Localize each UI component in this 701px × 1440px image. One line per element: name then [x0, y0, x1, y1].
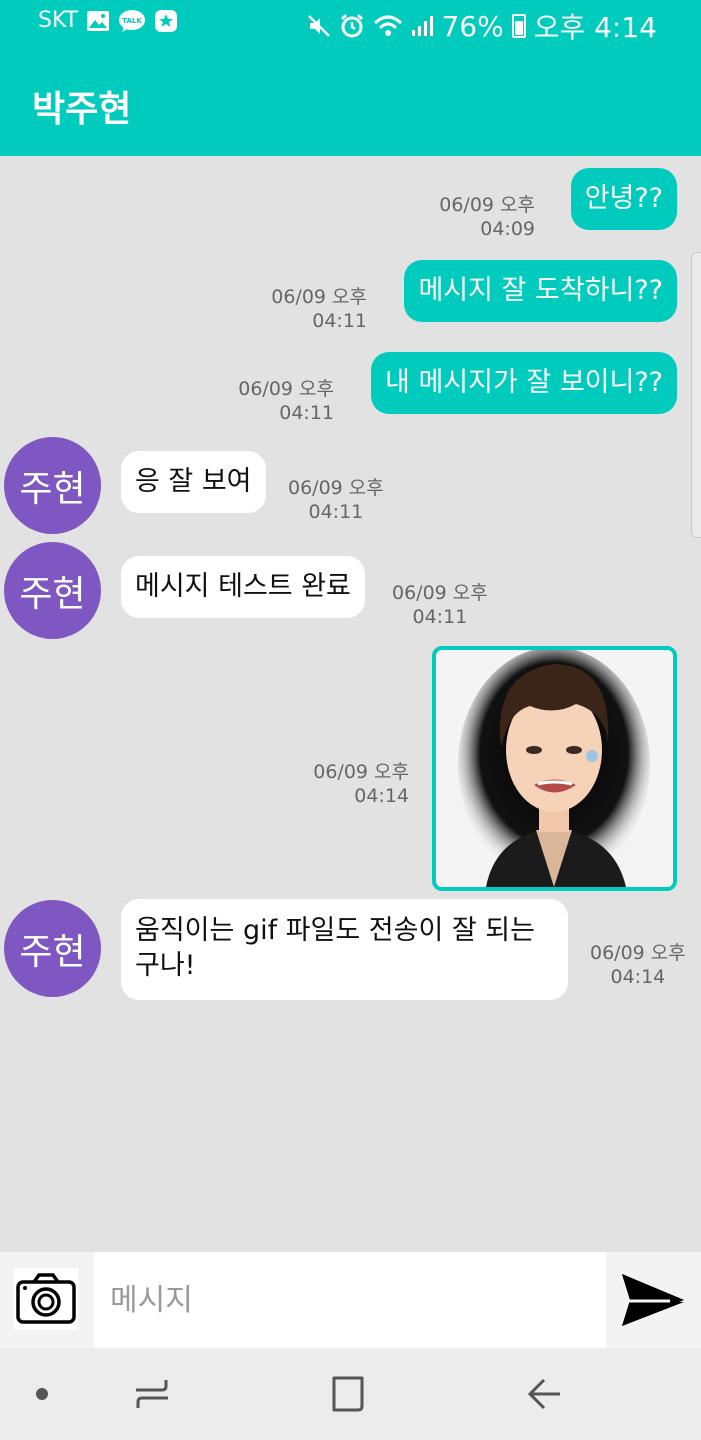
- alarm-icon: [341, 13, 364, 38]
- message-timestamp: 06/09 오후 04:11: [392, 582, 488, 628]
- clock: 오후 4:14: [533, 11, 657, 44]
- incoming-message-bubble[interactable]: 응 잘 보여: [121, 451, 266, 513]
- image-message[interactable]: [432, 646, 677, 891]
- recent-apps-icon: [136, 1380, 168, 1408]
- sender-avatar[interactable]: 주현: [4, 900, 101, 997]
- status-bar: SKT TALK 76% 오후 4:14: [0, 0, 701, 52]
- system-nav-bar: [0, 1348, 701, 1440]
- recent-apps-button[interactable]: [130, 1372, 174, 1416]
- incoming-message-bubble[interactable]: 메시지 테스트 완료: [121, 556, 365, 618]
- camera-button[interactable]: [14, 1268, 78, 1330]
- talk-icon: TALK: [119, 9, 146, 32]
- outgoing-message-bubble[interactable]: 안녕??: [570, 168, 677, 230]
- message-timestamp: 06/09 오후 04:11: [288, 477, 384, 523]
- status-left: SKT TALK: [38, 8, 178, 33]
- back-button[interactable]: [522, 1372, 566, 1416]
- svg-text:TALK: TALK: [122, 17, 142, 25]
- message-timestamp: 06/09 오후 04:11: [271, 286, 367, 332]
- message-timestamp: 06/09 오후 04:09: [439, 194, 535, 240]
- home-button[interactable]: [326, 1372, 370, 1416]
- mute-icon: [308, 15, 331, 37]
- message-timestamp: 06/09 오후 04:11: [238, 378, 334, 424]
- signal-icon: [412, 16, 434, 36]
- message-timestamp: 06/09 오후 04:14: [590, 942, 686, 988]
- scrollbar[interactable]: [691, 252, 701, 538]
- app-bar: 박주현: [0, 52, 701, 156]
- sender-avatar[interactable]: 주현: [4, 437, 101, 534]
- chat-title: 박주현: [32, 89, 132, 130]
- status-right: 76% 오후 4:14: [307, 6, 657, 46]
- sender-avatar[interactable]: 주현: [4, 542, 101, 639]
- camera-icon: [16, 1273, 76, 1324]
- incoming-message-bubble[interactable]: 움직이는 gif 파일도 전송이 잘 되는구나!: [121, 899, 568, 1000]
- message-timestamp: 06/09 오후 04:14: [313, 761, 409, 807]
- wifi-icon: [374, 15, 403, 36]
- send-icon: [622, 1274, 684, 1326]
- image-icon: [87, 10, 110, 31]
- message-composer: [0, 1252, 701, 1348]
- home-icon: [332, 1376, 364, 1412]
- nav-dot-button[interactable]: [20, 1372, 64, 1416]
- chat-area[interactable]: 06/09 오후 04:09 안녕?? 06/09 오후 04:11 메시지 잘…: [0, 156, 701, 1252]
- outgoing-message-bubble[interactable]: 내 메시지가 잘 보이니??: [371, 352, 677, 414]
- outgoing-message-bubble[interactable]: 메시지 잘 도착하니??: [404, 260, 677, 322]
- carrier-label: SKT: [38, 8, 79, 33]
- dot-icon: [36, 1388, 48, 1400]
- avatar-gif-image: [436, 650, 673, 887]
- back-icon: [527, 1378, 560, 1410]
- message-input[interactable]: [94, 1252, 606, 1348]
- battery-icon: [511, 14, 526, 38]
- battery-percent: 76%: [441, 9, 504, 43]
- star-badge-icon: [155, 9, 178, 32]
- send-button[interactable]: [620, 1270, 686, 1330]
